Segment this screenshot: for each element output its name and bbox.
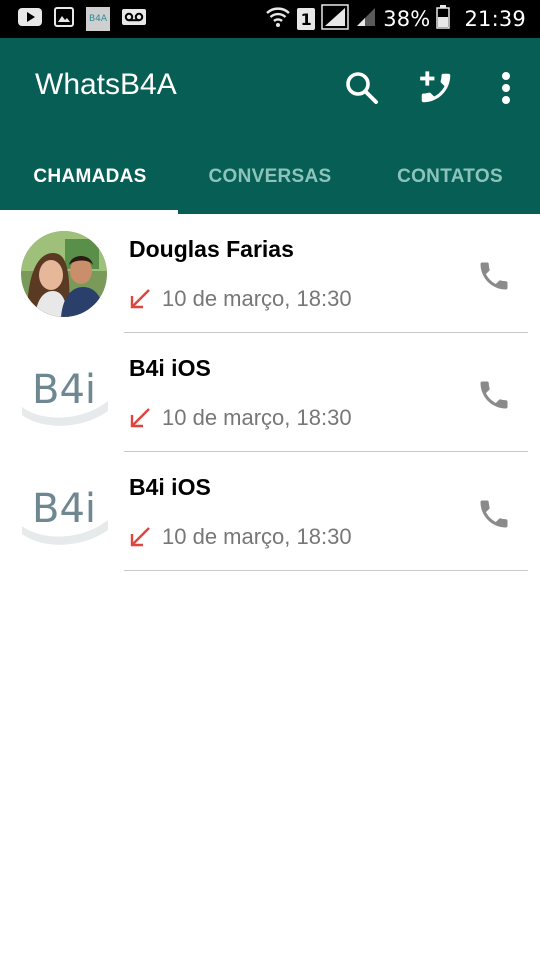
call-list-item[interactable]: B4i B4i iOS 10 de março, 18:30 <box>0 333 540 452</box>
call-list-item[interactable]: Douglas Farias 10 de março, 18:30 <box>0 214 540 333</box>
call-time: 10 de março, 18:30 <box>162 286 352 311</box>
sim-label: 1 <box>300 9 312 29</box>
b4a-app-icon: B4A <box>86 7 110 31</box>
call-meta: 10 de março, 18:30 <box>128 524 352 550</box>
call-time: 10 de março, 18:30 <box>162 524 352 549</box>
call-meta: 10 de março, 18:30 <box>128 405 352 431</box>
avatar[interactable]: B4i <box>20 361 110 427</box>
voicemail-icon <box>122 8 146 30</box>
search-icon <box>346 72 378 104</box>
youtube-icon <box>18 7 42 31</box>
missed-incoming-arrow-icon <box>130 527 150 547</box>
avatar-logo-text: B4i <box>32 486 97 532</box>
caller-name: Douglas Farias <box>129 236 294 262</box>
phone-icon <box>480 262 508 290</box>
tab-label: CHAMADAS <box>33 166 147 187</box>
call-button[interactable] <box>474 375 514 415</box>
status-clock: 21:39 <box>464 7 526 31</box>
more-vert-icon <box>502 72 510 104</box>
avatar[interactable]: B4i <box>20 480 110 546</box>
status-bar: B4A 1 38% 21:39 <box>0 0 540 38</box>
call-time: 10 de março, 18:30 <box>162 405 352 430</box>
battery-icon <box>436 4 451 34</box>
avatar-logo-text: B4i <box>32 367 97 413</box>
wifi-icon <box>265 5 291 34</box>
phone-icon <box>480 500 508 528</box>
battery-percent: 38% <box>383 7 431 31</box>
divider <box>124 570 528 571</box>
b4a-app-label: B4A <box>88 14 108 24</box>
tab-label: CONVERSAS <box>208 166 332 187</box>
call-meta: 10 de março, 18:30 <box>128 286 352 312</box>
call-list-item[interactable]: B4i B4i iOS 10 de março, 18:30 <box>0 452 540 571</box>
status-bar-system: 1 38% 21:39 <box>265 0 526 38</box>
caller-name: B4i iOS <box>129 355 211 381</box>
app-bar: WhatsB4A CHAMADAS CONVERSAS CONTATOS <box>0 38 540 214</box>
caller-name: B4i iOS <box>129 474 211 500</box>
tab-contatos[interactable]: CONTATOS <box>360 158 540 214</box>
tab-label: CONTATOS <box>397 166 503 187</box>
missed-incoming-arrow-icon <box>130 408 150 428</box>
call-button[interactable] <box>474 494 514 534</box>
status-bar-notifications: B4A <box>18 6 146 32</box>
add-call-icon <box>420 71 451 103</box>
tab-chamadas[interactable]: CHAMADAS <box>0 158 180 214</box>
phone-icon <box>480 381 508 409</box>
call-list: Douglas Farias 10 de março, 18:30 B4i B4… <box>0 214 540 571</box>
tab-conversas[interactable]: CONVERSAS <box>180 158 360 214</box>
new-call-button[interactable] <box>416 68 456 108</box>
avatar[interactable] <box>21 231 107 317</box>
sim-1-icon: 1 <box>297 8 316 30</box>
call-button[interactable] <box>474 256 514 296</box>
search-button[interactable] <box>342 68 382 108</box>
signal-icon <box>321 3 349 35</box>
tab-bar: CHAMADAS CONVERSAS CONTATOS <box>0 158 540 214</box>
app-title: WhatsB4A <box>35 68 177 101</box>
missed-incoming-arrow-icon <box>130 289 150 309</box>
gallery-icon <box>54 6 74 32</box>
more-options-button[interactable] <box>486 68 526 108</box>
signal-secondary-icon <box>355 6 377 33</box>
